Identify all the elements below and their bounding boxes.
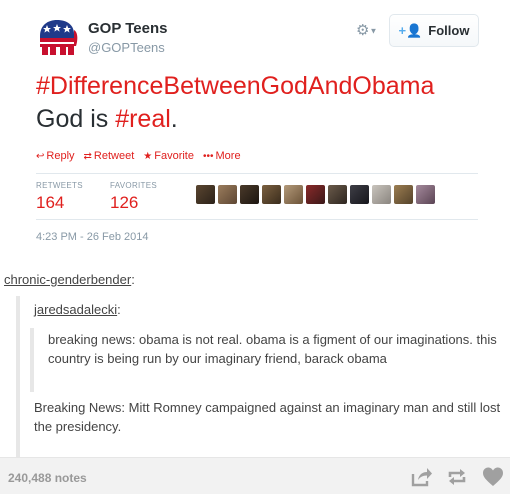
reply-icon: ↩ <box>36 151 45 162</box>
avatar[interactable] <box>416 185 435 204</box>
embedded-tweet: GOP Teens @GOPTeens ⚙▼ +👤 Follow #Differ… <box>0 0 510 262</box>
retweet-icon: ⇄ <box>83 151 92 162</box>
hashtag-link[interactable]: #real <box>115 105 171 133</box>
post-footer: 240,488 notes <box>0 457 510 494</box>
reply-button[interactable]: ↩ Reply <box>36 150 75 162</box>
avatar[interactable] <box>306 185 325 204</box>
retweet-label: Retweet <box>93 150 135 162</box>
avatar[interactable] <box>240 185 259 204</box>
tweet-text: #DifferenceBetweenGodAndObama God is #re… <box>36 70 486 136</box>
avatar[interactable] <box>196 185 215 204</box>
avatar[interactable] <box>262 185 281 204</box>
share-icon[interactable] <box>410 466 432 488</box>
quote-text: breaking news: obama is not real. obama … <box>48 332 497 366</box>
favorite-button[interactable]: ★ Favorite <box>143 150 194 162</box>
favorites-label: FAVORITES <box>110 181 158 190</box>
add-user-icon: +👤 <box>398 22 423 38</box>
avatar[interactable] <box>350 185 369 204</box>
avatar[interactable] <box>284 185 303 204</box>
reblog-username-2[interactable]: jaredsadalecki: <box>34 302 121 317</box>
favorites-count[interactable]: 126 <box>110 193 138 213</box>
favorite-label: Favorite <box>154 150 194 162</box>
retweets-count[interactable]: 164 <box>36 193 64 213</box>
tweet-timestamp[interactable]: 4:23 PM - 26 Feb 2014 <box>36 231 149 243</box>
colon-text: : <box>131 272 135 287</box>
avatar[interactable] <box>328 185 347 204</box>
like-icon[interactable] <box>482 466 504 488</box>
tweet-display-name[interactable]: GOP Teens <box>88 20 167 37</box>
notes-count[interactable]: 240,488 notes <box>8 471 87 485</box>
colon-text: : <box>117 302 121 317</box>
gear-menu-button[interactable]: ⚙▼ <box>356 21 377 39</box>
reblog-icon[interactable] <box>446 466 468 488</box>
hashtag-link[interactable]: #DifferenceBetweenGodAndObama <box>36 72 434 100</box>
avatar[interactable] <box>218 185 237 204</box>
more-label: More <box>215 150 241 162</box>
tweet-text-prefix: God is <box>36 105 116 133</box>
gop-elephant-logo[interactable] <box>36 16 78 56</box>
reblog-comment: Breaking News: Mitt Romney campaigned ag… <box>34 400 501 434</box>
avatar[interactable] <box>372 185 391 204</box>
follow-label: Follow <box>428 23 470 38</box>
reblog-username-1[interactable]: chronic-genderbender: <box>4 272 135 287</box>
tweet-text-suffix: . <box>170 105 178 133</box>
ellipsis-icon: ••• <box>202 151 214 162</box>
follow-button[interactable]: +👤 Follow <box>389 14 479 47</box>
retweet-button[interactable]: ⇄ Retweet <box>84 150 135 162</box>
tweet-actions: ↩ Reply ⇄ Retweet ★ Favorite ••• More <box>36 150 241 162</box>
more-button[interactable]: ••• More <box>203 150 241 162</box>
reblog-username-text: chronic-genderbender <box>4 272 132 287</box>
reply-label: Reply <box>46 150 75 162</box>
star-icon: ★ <box>143 151 153 162</box>
retweeter-avatars <box>196 185 435 204</box>
avatar[interactable] <box>394 185 413 204</box>
divider <box>36 173 478 174</box>
chevron-down-icon: ▼ <box>369 26 378 36</box>
gear-icon: ⚙ <box>356 22 370 39</box>
reblog-username-text: jaredsadalecki <box>34 302 118 317</box>
retweets-label: RETWEETS <box>36 181 83 190</box>
divider <box>36 219 478 220</box>
tweet-handle[interactable]: @GOPTeens <box>88 40 165 55</box>
